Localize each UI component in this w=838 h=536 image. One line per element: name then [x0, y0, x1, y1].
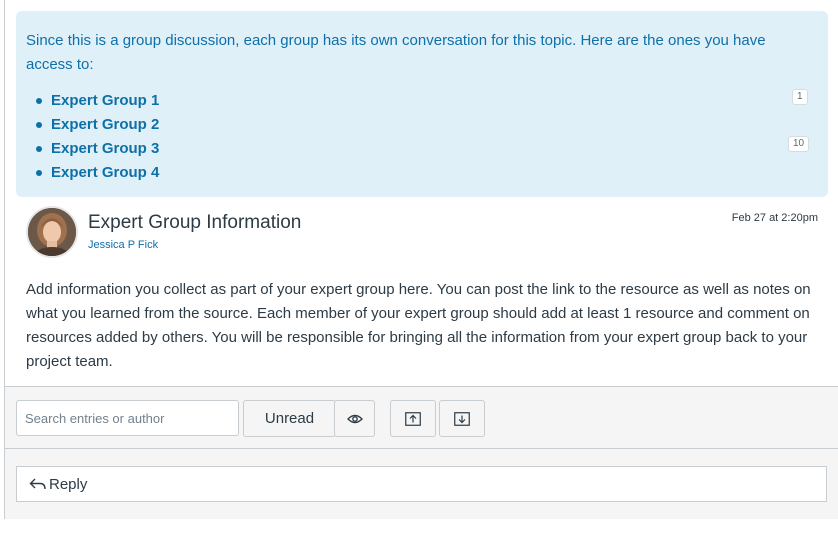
post-title: Expert Group Information [88, 212, 302, 233]
group-link-4[interactable]: Expert Group 4 [51, 164, 159, 181]
avatar-portrait-icon [28, 208, 76, 256]
unread-count-badge: 1 [792, 89, 808, 105]
group-link-3[interactable]: Expert Group 3 [51, 140, 159, 157]
post-body: Add information you collect as part of y… [26, 281, 811, 370]
collapse-down-icon [454, 411, 470, 426]
bullet-icon [36, 98, 42, 104]
group-list-item: Expert Group 1 [36, 89, 159, 113]
group-list-item: Expert Group 3 [36, 137, 159, 161]
expand-up-icon [405, 411, 421, 426]
post-timestamp: Feb 27 at 2:20pm [731, 212, 818, 224]
reply-button[interactable]: Reply [16, 466, 827, 502]
reply-bar: Reply [5, 448, 838, 519]
group-link-2[interactable]: Expert Group 2 [51, 116, 159, 133]
bullet-icon [36, 146, 42, 152]
group-discussion-banner: Since this is a group discussion, each g… [16, 11, 828, 197]
group-list-item: Expert Group 4 [36, 161, 159, 185]
reply-arrow-icon [29, 478, 46, 490]
bullet-icon [36, 122, 42, 128]
reply-label: Reply [49, 475, 88, 493]
collapse-threads-button[interactable] [439, 400, 485, 437]
show-all-button[interactable] [334, 400, 375, 437]
group-link-1[interactable]: Expert Group 1 [51, 92, 159, 109]
unread-label: Unread [264, 410, 315, 427]
bullet-icon [36, 170, 42, 176]
avatar[interactable] [26, 206, 78, 258]
post-author-link[interactable]: Jessica P Fick [88, 239, 158, 251]
expand-threads-button[interactable] [390, 400, 436, 437]
eye-icon [346, 414, 363, 423]
unread-count-badge: 10 [788, 136, 810, 152]
group-list-item: Expert Group 2 [36, 113, 159, 137]
discussion-toolbar: Unread [5, 386, 838, 448]
banner-text: Since this is a group discussion, each g… [26, 32, 766, 73]
group-list: Expert Group 1 Expert Group 2 Expert Gro… [36, 89, 159, 185]
search-entries-input[interactable] [16, 400, 239, 436]
unread-filter-button[interactable]: Unread [243, 400, 336, 437]
